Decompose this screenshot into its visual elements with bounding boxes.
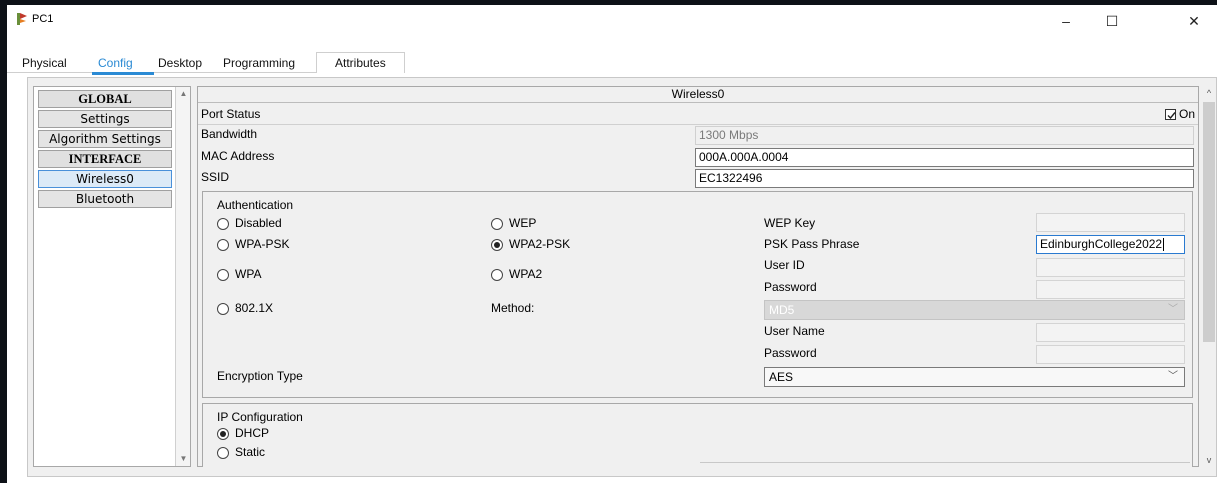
nav-item-bluetooth[interactable]: Bluetooth xyxy=(38,190,172,208)
authentication-group: Authentication Disabled WEP WEP Key WPA-… xyxy=(202,191,1193,398)
config-panel: GLOBAL Settings Algorithm Settings INTER… xyxy=(27,77,1217,477)
nav-item-wireless0[interactable]: Wireless0 xyxy=(38,170,172,188)
close-button[interactable]: ✕ xyxy=(1171,7,1217,35)
nav-item-algorithm-settings[interactable]: Algorithm Settings xyxy=(38,130,172,148)
auth-wep-radio[interactable] xyxy=(491,218,503,230)
chevron-down-icon: ﹀ xyxy=(1168,304,1178,315)
mac-address-field[interactable]: 000A.000A.0004 xyxy=(695,148,1194,167)
user-id-field[interactable] xyxy=(1036,258,1185,277)
auth-wpa-psk-radio[interactable] xyxy=(217,239,229,251)
text-caret xyxy=(1163,238,1165,252)
auth-wpa2-psk-label: WPA2-PSK xyxy=(509,237,571,251)
method-label: Method: xyxy=(491,301,535,315)
maximize-icon: ☐ xyxy=(1105,12,1119,29)
ip-static-label: Static xyxy=(235,445,266,459)
mac-address-label: MAC Address xyxy=(201,149,275,163)
bandwidth-field: 1300 Mbps xyxy=(695,126,1194,145)
port-status-label: Port Status xyxy=(201,107,261,121)
auth-wpa2-label: WPA2 xyxy=(509,267,543,281)
auth-8021x-label: 802.1X xyxy=(235,301,274,315)
wireless-settings: Wireless0 Port Status On Bandwidth 1300 … xyxy=(197,86,1199,467)
psk-pass-phrase-value: EdinburghCollege2022 xyxy=(1040,237,1163,251)
scrollbar-thumb[interactable] xyxy=(1203,102,1215,342)
close-icon: ✕ xyxy=(1188,12,1200,29)
method-select[interactable]: MD5 ﹀ xyxy=(764,300,1185,320)
active-tab-indicator xyxy=(92,72,154,75)
auth-8021x-radio[interactable] xyxy=(217,303,229,315)
scroll-down-icon[interactable]: v xyxy=(1202,453,1216,467)
config-sidebar: GLOBAL Settings Algorithm Settings INTER… xyxy=(33,86,191,467)
password-field[interactable] xyxy=(1036,280,1185,299)
auth-wep-label: WEP xyxy=(509,216,537,230)
auth-disabled-radio[interactable] xyxy=(217,218,229,230)
nav-item-settings[interactable]: Settings xyxy=(38,110,172,128)
sidebar-scrollbar[interactable]: ▲ ▼ xyxy=(175,87,190,466)
encryption-type-label: Encryption Type xyxy=(217,369,303,383)
ip-field-edge xyxy=(700,462,1190,468)
user-name-label: User Name xyxy=(764,324,825,338)
interface-title: Wireless0 xyxy=(198,87,1198,103)
wep-key-field[interactable] xyxy=(1036,213,1185,232)
port-on-checkbox[interactable] xyxy=(1165,109,1176,120)
nav-global-header: GLOBAL xyxy=(38,90,172,108)
password2-field[interactable] xyxy=(1036,345,1185,364)
authentication-title: Authentication xyxy=(217,198,294,212)
minimize-button[interactable]: – xyxy=(1043,7,1089,35)
tab-programming[interactable]: Programming xyxy=(223,52,295,77)
ip-configuration-title: IP Configuration xyxy=(217,410,303,424)
ip-configuration-group: IP Configuration DHCP Static xyxy=(202,403,1193,467)
ssid-label: SSID xyxy=(201,170,230,184)
maximize-button[interactable]: ☐ xyxy=(1089,7,1135,35)
pc-app-icon xyxy=(17,13,27,25)
tab-attributes-label[interactable]: Attributes xyxy=(335,52,386,77)
scroll-up-icon[interactable]: ^ xyxy=(1202,86,1216,100)
ssid-field[interactable]: EC1322496 xyxy=(695,169,1194,188)
tab-bar: Physical Config Desktop Programming Attr… xyxy=(7,52,1217,77)
user-name-field[interactable] xyxy=(1036,323,1185,342)
tab-physical[interactable]: Physical xyxy=(22,52,67,77)
title-bar: PC1 – ☐ ✕ xyxy=(7,5,1217,35)
nav-interface-header: INTERFACE xyxy=(38,150,172,168)
content-scrollbar[interactable]: ^ v xyxy=(1202,86,1216,467)
psk-pass-phrase-field[interactable]: EdinburghCollege2022 xyxy=(1036,235,1185,254)
encryption-type-select[interactable]: AES ﹀ xyxy=(764,367,1185,387)
user-id-label: User ID xyxy=(764,258,805,272)
chevron-down-icon: ﹀ xyxy=(1168,371,1178,382)
port-on-label: On xyxy=(1179,107,1196,121)
auth-wpa2-psk-radio[interactable] xyxy=(491,239,503,251)
wep-key-label: WEP Key xyxy=(764,216,816,230)
scroll-down-icon[interactable]: ▼ xyxy=(176,452,191,466)
ip-dhcp-label: DHCP xyxy=(235,426,270,440)
window-title: PC1 xyxy=(32,13,54,25)
auth-wpa-psk-label: WPA-PSK xyxy=(235,237,290,251)
bandwidth-label: Bandwidth xyxy=(201,127,258,141)
check-icon xyxy=(1167,112,1176,120)
ip-static-radio[interactable] xyxy=(217,447,229,459)
ip-dhcp-radio[interactable] xyxy=(217,428,229,440)
pc1-window: PC1 – ☐ ✕ Physical Config Desktop Progra… xyxy=(7,5,1217,483)
minimize-icon: – xyxy=(1062,13,1070,29)
method-value: MD5 xyxy=(769,303,795,317)
psk-pass-phrase-label: PSK Pass Phrase xyxy=(764,237,860,251)
scroll-up-icon[interactable]: ▲ xyxy=(176,87,191,101)
auth-disabled-label: Disabled xyxy=(235,216,282,230)
row-divider xyxy=(198,124,1198,125)
encryption-type-value: AES xyxy=(769,370,794,384)
auth-wpa2-radio[interactable] xyxy=(491,269,503,281)
auth-wpa-radio[interactable] xyxy=(217,269,229,281)
password-label: Password xyxy=(764,280,817,294)
tab-desktop[interactable]: Desktop xyxy=(158,52,202,77)
auth-wpa-label: WPA xyxy=(235,267,262,281)
password2-label: Password xyxy=(764,346,817,360)
